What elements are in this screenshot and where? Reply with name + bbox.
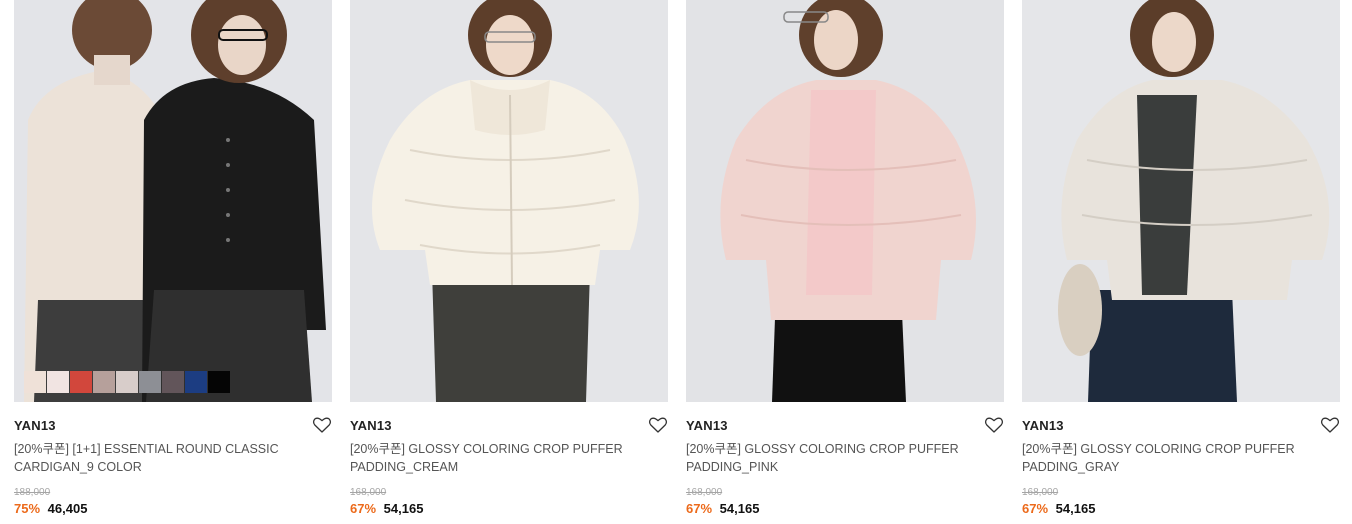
color-swatch[interactable] [116, 371, 138, 393]
product-card[interactable]: YAN13 [20%쿠폰] GLOSSY COLORING CROP PUFFE… [1022, 0, 1340, 524]
original-price: 188,000 [14, 487, 51, 498]
original-price: 168,000 [1022, 487, 1059, 498]
brand-name[interactable]: YAN13 [686, 418, 728, 433]
product-name[interactable]: [20%쿠폰] GLOSSY COLORING CROP PUFFER PADD… [350, 440, 668, 476]
sale-price: 54,165 [1055, 501, 1096, 516]
brand-name[interactable]: YAN13 [1022, 418, 1064, 433]
sale-price: 46,405 [47, 501, 88, 516]
product-image[interactable] [14, 0, 332, 402]
color-swatch[interactable] [162, 371, 184, 393]
product-card[interactable]: YAN13 [20%쿠폰] GLOSSY COLORING CROP PUFFE… [350, 0, 668, 524]
product-grid: YAN13 [20%쿠폰] [1+1] ESSENTIAL ROUND CLAS… [0, 0, 1352, 524]
heart-icon[interactable] [648, 415, 668, 435]
product-name[interactable]: [20%쿠폰] [1+1] ESSENTIAL ROUND CLASSIC CA… [14, 440, 332, 476]
color-swatch[interactable] [70, 371, 92, 393]
heart-icon[interactable] [984, 415, 1004, 435]
product-image[interactable] [350, 0, 668, 402]
original-price: 168,000 [350, 487, 387, 498]
product-image[interactable] [686, 0, 1004, 402]
discount-rate: 67% [350, 501, 377, 516]
product-card[interactable]: YAN13 [20%쿠폰] [1+1] ESSENTIAL ROUND CLAS… [14, 0, 332, 524]
discount-rate: 67% [686, 501, 713, 516]
product-name[interactable]: [20%쿠폰] GLOSSY COLORING CROP PUFFER PADD… [686, 440, 1004, 476]
color-swatches [24, 371, 231, 393]
discount-rate: 75% [14, 501, 41, 516]
heart-icon[interactable] [312, 415, 332, 435]
heart-icon[interactable] [1320, 415, 1340, 435]
sale-price: 54,165 [383, 501, 424, 516]
color-swatch[interactable] [185, 371, 207, 393]
color-swatch[interactable] [208, 371, 230, 393]
brand-name[interactable]: YAN13 [14, 418, 56, 433]
color-swatch[interactable] [93, 371, 115, 393]
color-swatch[interactable] [47, 371, 69, 393]
original-price: 168,000 [686, 487, 723, 498]
discount-rate: 67% [1022, 501, 1049, 516]
color-swatch[interactable] [139, 371, 161, 393]
brand-name[interactable]: YAN13 [350, 418, 392, 433]
product-image[interactable] [1022, 0, 1340, 402]
sale-price: 54,165 [719, 501, 760, 516]
color-swatch[interactable] [24, 371, 46, 393]
product-name[interactable]: [20%쿠폰] GLOSSY COLORING CROP PUFFER PADD… [1022, 440, 1340, 476]
product-card[interactable]: YAN13 [20%쿠폰] GLOSSY COLORING CROP PUFFE… [686, 0, 1004, 524]
